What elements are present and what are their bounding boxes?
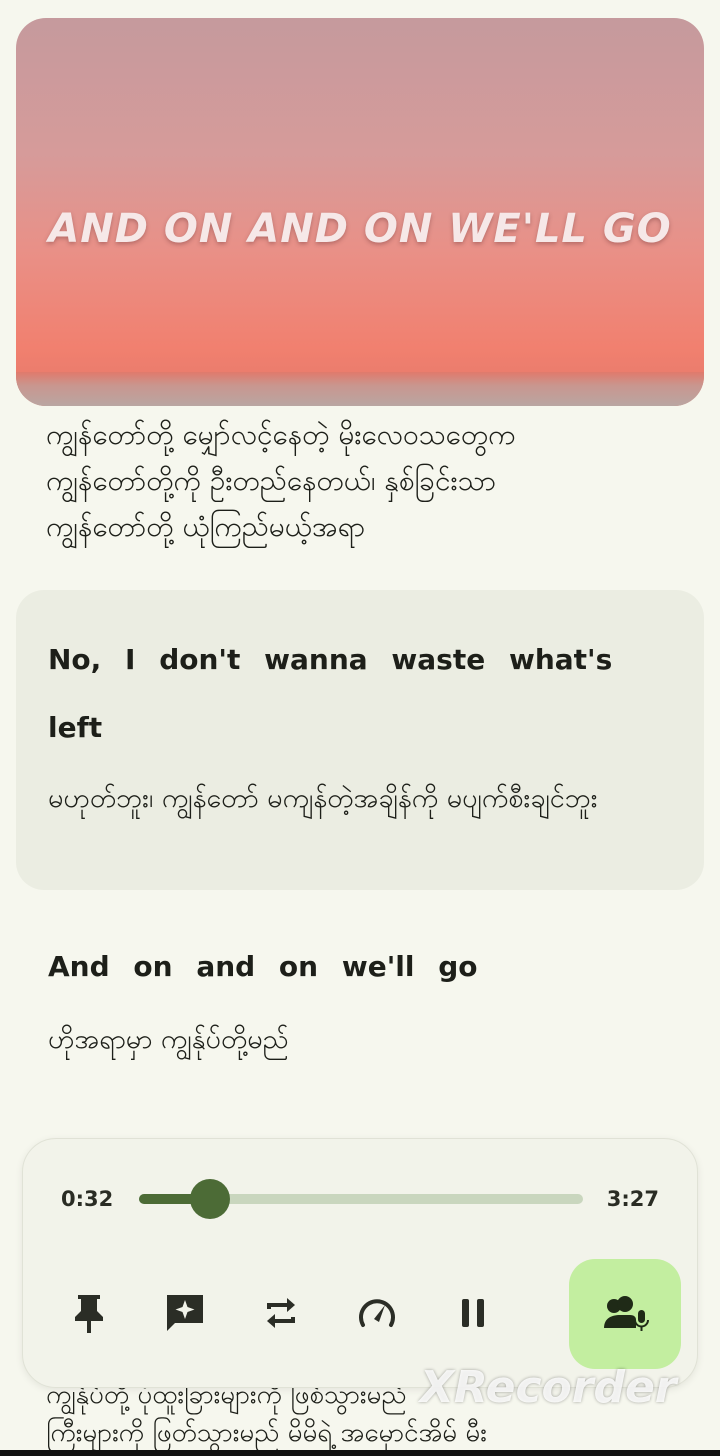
seek-bar[interactable] — [139, 1179, 583, 1219]
lower-line: ကြီးများကို ဖြတ်သွားမည် မိမိရဲ့ အမှောင်အ… — [46, 1418, 487, 1448]
current-time: 0:32 — [61, 1187, 114, 1211]
screen-bottom-edge — [0, 1450, 720, 1456]
intro-line: ကျွန်တော်တို့ကို ဦးတည်နေတယ်၊ နှစ်ခြင်းသာ — [46, 464, 497, 497]
previous-lyric-translation: ကျွန်တော်တို့ မျှော်လင့်နေတဲ့ မိုးလေဝသတွ… — [46, 412, 676, 550]
sparkle-comment-icon — [167, 1295, 203, 1331]
next-lyric-translation: ဟိုအရာမှာ ကျွန်ုပ်တို့မည် — [48, 1024, 289, 1055]
voice-mode-button[interactable] — [569, 1259, 681, 1369]
playback-speed-button[interactable] — [349, 1285, 405, 1341]
pause-icon — [462, 1299, 484, 1327]
ai-explain-button[interactable] — [157, 1285, 213, 1341]
repeat-icon — [267, 1298, 295, 1328]
cover-title: AND ON AND ON WE'LL GO — [48, 206, 672, 252]
active-lyric-card[interactable]: No, I don't wanna waste what's left မဟုတ… — [16, 590, 704, 890]
seek-bar-thumb[interactable] — [190, 1179, 231, 1219]
intro-line: ကျွန်တော်တို့ မျှော်လင့်နေတဲ့ မိုးလေဝသတွ… — [46, 418, 516, 451]
next-lyric-english[interactable]: And on and on we'll go — [48, 950, 478, 983]
speed-gauge-icon — [359, 1299, 395, 1327]
pin-button[interactable] — [61, 1285, 117, 1341]
total-time: 3:27 — [606, 1187, 659, 1211]
recorder-watermark: XRecorder — [420, 1362, 677, 1413]
cover-sea — [16, 372, 704, 406]
repeat-button[interactable] — [253, 1285, 309, 1341]
active-lyric-translation: မဟုတ်ဘူး၊ ကျွန်တော် မကျန်တဲ့အချိန်ကို မပ… — [48, 783, 598, 814]
pause-button[interactable] — [445, 1285, 501, 1341]
active-lyric-english: No, I don't wanna waste what's left — [48, 643, 613, 744]
pin-icon — [75, 1295, 103, 1333]
intro-line: ကျွန်တော်တို့ ယုံကြည်မယ့်အရာ — [46, 510, 366, 543]
album-cover: AND ON AND ON WE'LL GO — [16, 18, 704, 406]
player-panel: 0:32 3:27 — [22, 1138, 698, 1388]
voice-person-mic-icon — [604, 1296, 649, 1331]
